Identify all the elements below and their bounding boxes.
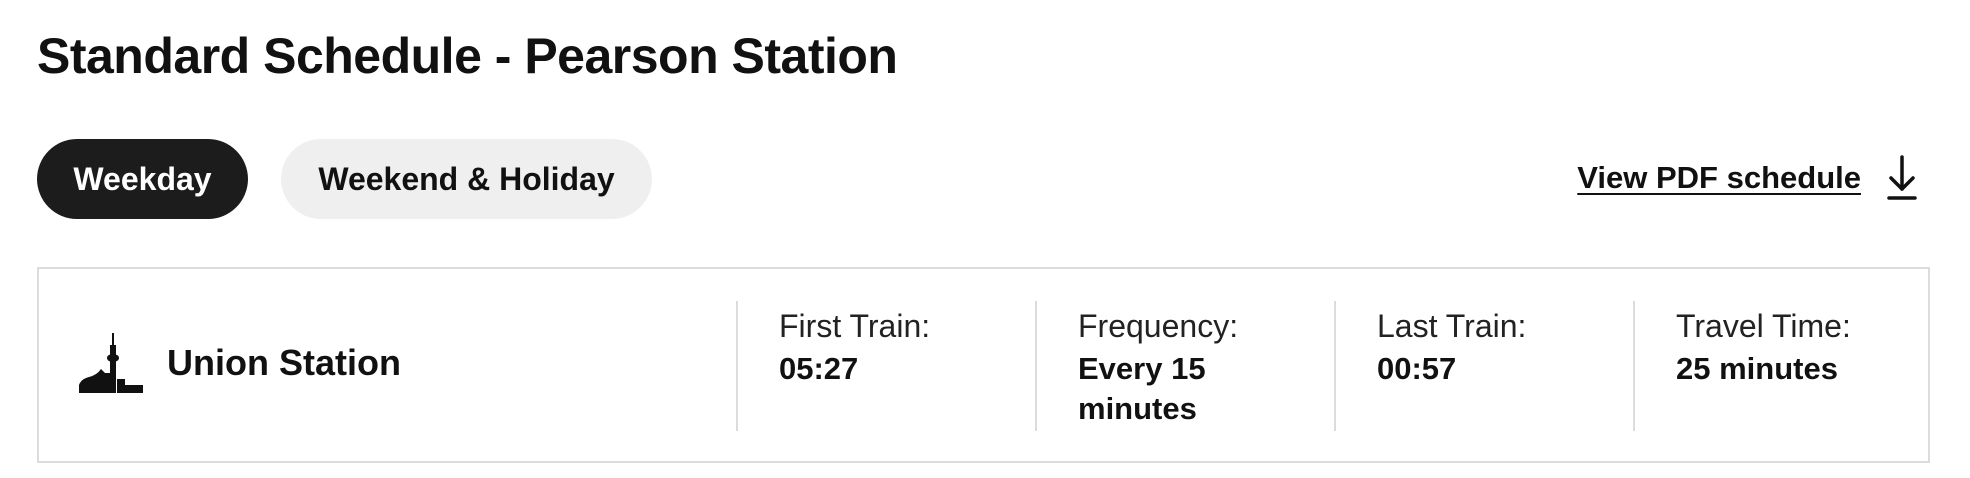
first-train-label: First Train: — [779, 308, 931, 344]
schedule-card: Union Station First Train: 05:27 Frequen… — [37, 267, 1930, 463]
frequency-column: Frequency: Every 15 minutes — [1078, 305, 1238, 429]
download-icon — [1887, 155, 1917, 200]
cn-tower-icon — [79, 333, 143, 393]
view-pdf-schedule-link[interactable]: View PDF schedule — [1577, 150, 1917, 206]
station-info: Union Station — [79, 333, 401, 393]
frequency-value-line1: Every 15 — [1078, 351, 1206, 386]
divider — [1334, 301, 1336, 431]
first-train-value: 05:27 — [779, 351, 859, 386]
tab-weekday[interactable]: Weekday — [37, 139, 248, 219]
frequency-value: Every 15 minutes — [1078, 349, 1238, 429]
last-train-column: Last Train: 00:57 — [1377, 305, 1526, 389]
station-name: Union Station — [167, 342, 401, 383]
last-train-value: 00:57 — [1377, 351, 1457, 386]
view-pdf-schedule-label: View PDF schedule — [1577, 160, 1861, 195]
divider — [1035, 301, 1037, 431]
travel-time-value: 25 minutes — [1676, 351, 1838, 386]
schedule-tabs: Weekday Weekend & Holiday — [37, 139, 652, 219]
first-train-column: First Train: 05:27 — [779, 305, 930, 389]
last-train-label: Last Train: — [1377, 308, 1527, 344]
tab-weekend-holiday[interactable]: Weekend & Holiday — [281, 139, 652, 219]
travel-time-column: Travel Time: 25 minutes — [1676, 305, 1851, 389]
divider — [1633, 301, 1635, 431]
frequency-value-line2: minutes — [1078, 391, 1197, 426]
page-title: Standard Schedule - Pearson Station — [37, 28, 898, 84]
divider — [736, 301, 738, 431]
travel-time-label: Travel Time: — [1676, 308, 1851, 344]
frequency-label: Frequency: — [1078, 308, 1239, 344]
